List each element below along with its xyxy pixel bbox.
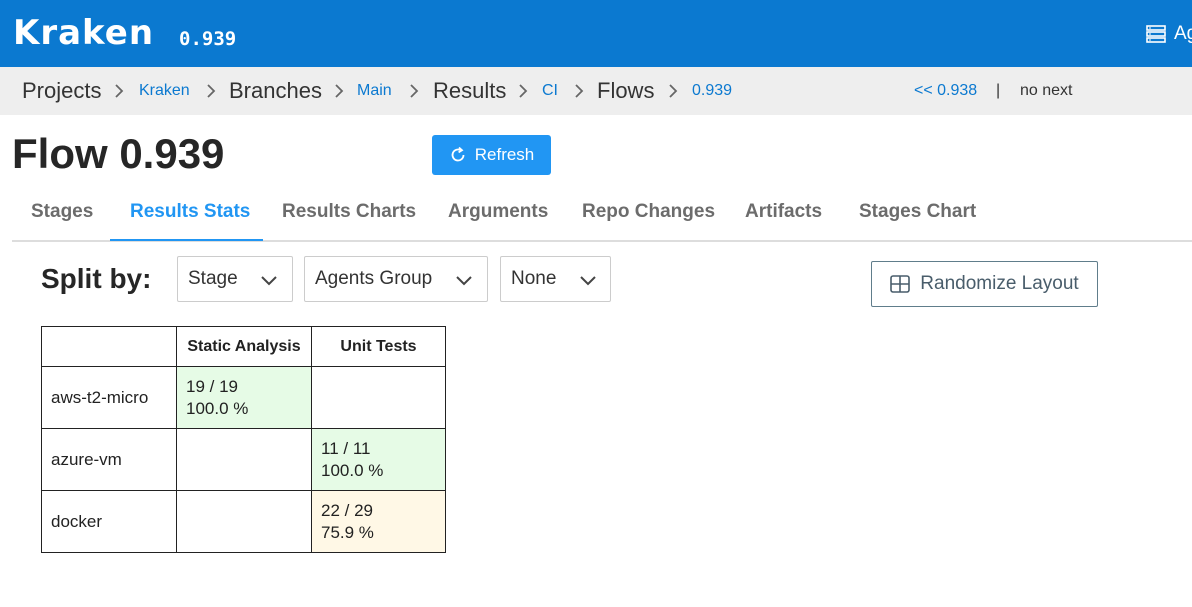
split-level1-value: Stage bbox=[188, 268, 238, 289]
tab-stages-chart[interactable]: Stages Chart bbox=[859, 188, 976, 240]
breadcrumb-projects: Projects bbox=[22, 78, 102, 103]
stats-percent: 100.0 % bbox=[321, 460, 384, 480]
page-title: Flow 0.939 bbox=[12, 130, 225, 177]
results-stats-table: Static Analysis Unit Tests aws-t2-micro … bbox=[41, 326, 446, 553]
stats-count: 22 / 29 bbox=[321, 500, 373, 520]
breadcrumb-flows: Flows bbox=[597, 78, 655, 103]
split-level1-select[interactable]: Stage bbox=[177, 256, 293, 302]
refresh-button[interactable]: Refresh bbox=[432, 135, 551, 175]
chevron-right-icon bbox=[115, 84, 124, 98]
randomize-layout-label: Randomize Layout bbox=[920, 273, 1079, 294]
stats-count: 11 / 11 bbox=[321, 438, 371, 458]
breadcrumb-main[interactable]: Main bbox=[357, 67, 392, 115]
table-header-static-analysis: Static Analysis bbox=[176, 326, 312, 367]
chevron-right-icon bbox=[519, 84, 528, 98]
split-level3-value: None bbox=[511, 268, 557, 289]
agents-link[interactable]: Agents bbox=[1146, 22, 1192, 46]
row-label-azure-vm: azure-vm bbox=[41, 428, 177, 491]
app-version: 0.939 bbox=[179, 28, 237, 50]
stats-cell: 19 / 19 100.0 % bbox=[176, 366, 312, 429]
stats-cell: 11 / 11 100.0 % bbox=[311, 428, 446, 491]
breadcrumb-kraken[interactable]: Kraken bbox=[139, 67, 190, 115]
stats-percent: 100.0 % bbox=[186, 398, 249, 418]
top-bar: Kraken 0.939 Agents bbox=[0, 0, 1192, 67]
app-logo[interactable]: Kraken bbox=[13, 11, 154, 55]
table-header-row: Static Analysis Unit Tests bbox=[41, 326, 446, 367]
nav-separator: | bbox=[996, 82, 1001, 99]
split-by-label: Split by: bbox=[41, 263, 152, 294]
next-flow-label: no next bbox=[1020, 82, 1073, 99]
flow-tabs: Stages Results Stats Results Charts Argu… bbox=[12, 188, 1192, 242]
refresh-label: Refresh bbox=[474, 145, 535, 164]
refresh-icon bbox=[451, 146, 465, 162]
breadcrumb-flow-version[interactable]: 0.939 bbox=[692, 67, 732, 115]
breadcrumb: Projects Kraken Branches Main Results CI… bbox=[0, 67, 1192, 115]
agents-label: Agents bbox=[1174, 23, 1192, 44]
row-label-docker: docker bbox=[41, 490, 177, 553]
chevron-right-icon bbox=[410, 84, 419, 98]
stats-cell bbox=[176, 490, 312, 553]
table-header-unit-tests: Unit Tests bbox=[311, 326, 446, 367]
stats-cell bbox=[311, 366, 446, 429]
tab-repo-changes[interactable]: Repo Changes bbox=[582, 188, 715, 240]
tab-artifacts[interactable]: Artifacts bbox=[745, 188, 822, 240]
stats-count: 19 / 19 bbox=[186, 376, 238, 396]
breadcrumb-ci[interactable]: CI bbox=[542, 67, 558, 115]
table-row: docker 22 / 29 75.9 % bbox=[41, 490, 446, 553]
chevron-right-icon bbox=[335, 84, 344, 98]
table-row: azure-vm 11 / 11 100.0 % bbox=[41, 428, 446, 491]
server-icon bbox=[1146, 25, 1166, 43]
active-tab-indicator bbox=[110, 239, 263, 241]
tab-stages[interactable]: Stages bbox=[31, 188, 93, 240]
chevron-down-icon bbox=[261, 276, 277, 286]
table-row: aws-t2-micro 19 / 19 100.0 % bbox=[41, 366, 446, 429]
stats-cell: 22 / 29 75.9 % bbox=[311, 490, 446, 553]
tab-arguments[interactable]: Arguments bbox=[448, 188, 548, 240]
split-level3-select[interactable]: None bbox=[500, 256, 611, 302]
chevron-down-icon bbox=[580, 276, 596, 286]
breadcrumb-branches: Branches bbox=[229, 78, 322, 103]
randomize-layout-button[interactable]: Randomize Layout bbox=[871, 261, 1098, 307]
grid-icon bbox=[890, 275, 911, 293]
split-level2-value: Agents Group bbox=[315, 268, 433, 289]
stats-cell bbox=[176, 428, 312, 491]
stats-percent: 75.9 % bbox=[321, 522, 374, 542]
row-label-aws-t2-micro: aws-t2-micro bbox=[41, 366, 177, 429]
breadcrumb-results: Results bbox=[433, 78, 507, 103]
previous-flow-link[interactable]: << 0.938 bbox=[914, 67, 977, 115]
table-header-corner bbox=[41, 326, 177, 367]
chevron-right-icon bbox=[207, 84, 216, 98]
tab-results-charts[interactable]: Results Charts bbox=[282, 188, 416, 240]
chevron-right-icon bbox=[669, 84, 678, 98]
chevron-down-icon bbox=[456, 276, 472, 286]
split-level2-select[interactable]: Agents Group bbox=[304, 256, 488, 302]
tab-results-stats[interactable]: Results Stats bbox=[130, 188, 250, 240]
chevron-right-icon bbox=[575, 84, 584, 98]
